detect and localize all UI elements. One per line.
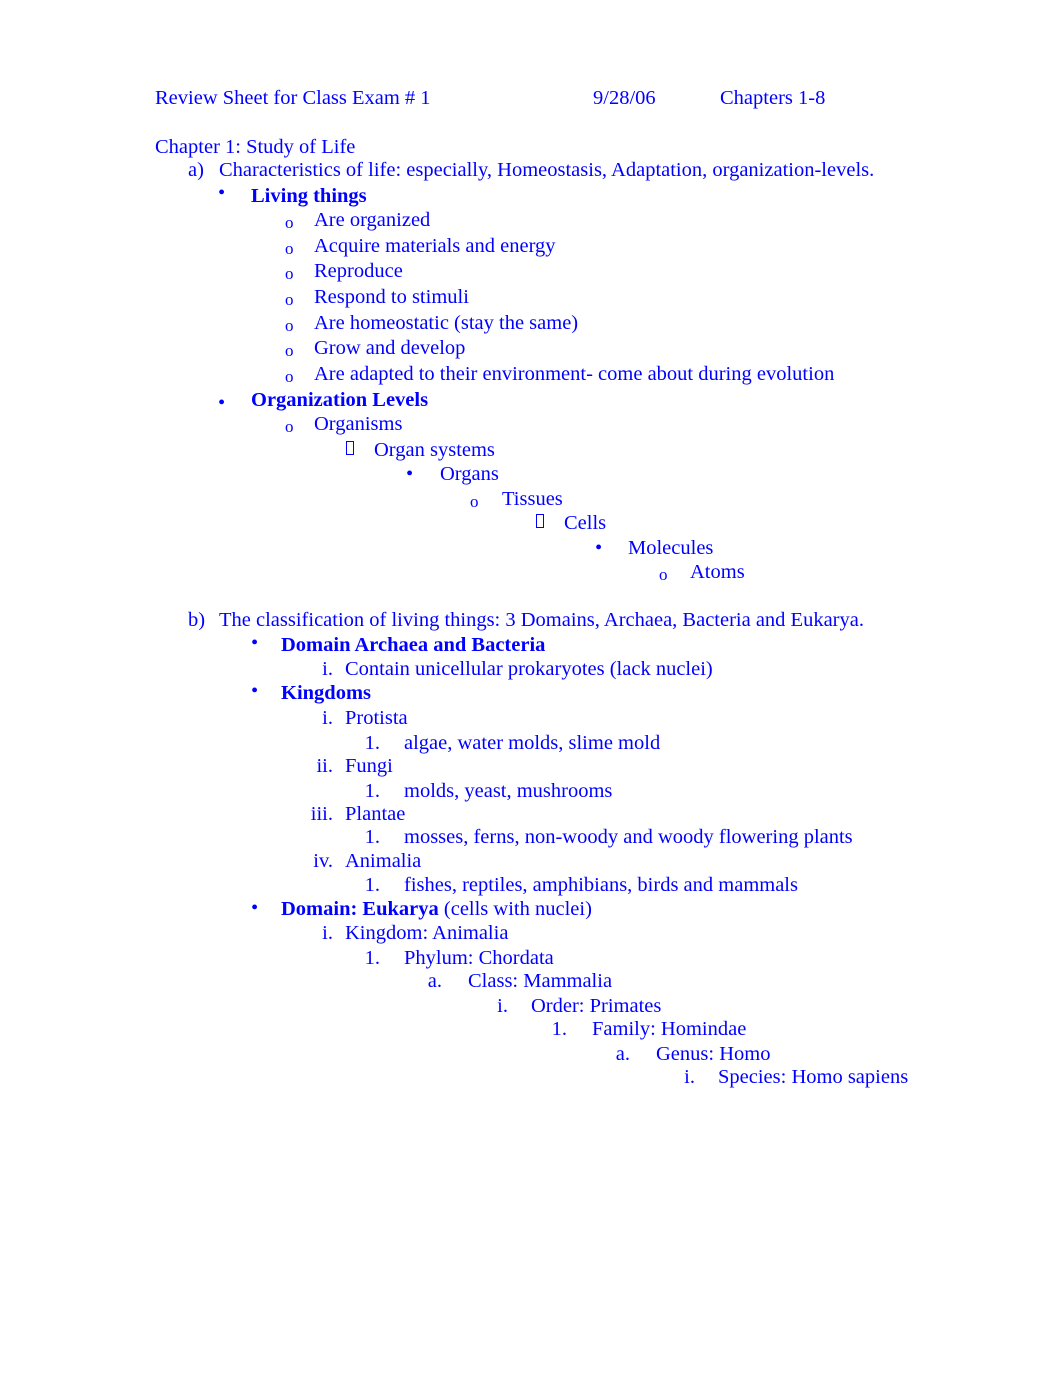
list-marker-roman: iii. bbox=[310, 803, 333, 825]
taxonomy-rank-kingdom: Kingdom: Animalia bbox=[345, 922, 509, 944]
living-things-heading: Living things bbox=[251, 185, 367, 207]
list-marker-roman: i. bbox=[322, 922, 333, 944]
kingdom-examples: mosses, ferns, non-woody and woody flowe… bbox=[404, 826, 853, 848]
living-things-item: Are organized bbox=[314, 209, 431, 231]
list-marker-number: 1. bbox=[364, 874, 380, 896]
section-marker-a: a) bbox=[188, 159, 204, 181]
eukarya-heading-note: (cells with nuclei) bbox=[438, 898, 592, 920]
organization-level-organs: Organs bbox=[440, 463, 499, 485]
document-date: 9/28/06 bbox=[593, 87, 656, 109]
document-chapters-range: Chapters 1-8 bbox=[720, 87, 826, 109]
organization-level-cells: Cells bbox=[564, 512, 607, 534]
round-dot-bullet-icon: • bbox=[251, 680, 259, 702]
list-marker-number: 1. bbox=[364, 732, 380, 754]
list-marker-roman: iv. bbox=[313, 850, 333, 872]
list-marker-number: 1. bbox=[364, 947, 380, 969]
eukarya-heading-row: Domain: Eukarya (cells with nuclei) bbox=[281, 897, 592, 923]
circle-o-bullet-icon: o bbox=[470, 492, 479, 511]
circle-o-bullet-icon: o bbox=[659, 565, 668, 584]
taxonomy-rank-phylum: Phylum: Chordata bbox=[404, 947, 554, 969]
circle-o-bullet-icon: o bbox=[285, 213, 294, 232]
taxonomy-rank-order: Order: Primates bbox=[531, 995, 662, 1017]
list-marker-roman: i. bbox=[322, 658, 333, 680]
round-dot-bullet-icon: • bbox=[218, 182, 226, 204]
living-things-item: Respond to stimuli bbox=[314, 286, 469, 308]
circle-o-bullet-icon: o bbox=[285, 239, 294, 258]
taxonomy-rank-genus: Genus: Homo bbox=[656, 1043, 771, 1065]
taxonomy-rank-family: Family: Homindae bbox=[592, 1018, 747, 1040]
domain-archaea-item: Contain unicellular prokaryotes (lack nu… bbox=[345, 658, 713, 680]
square-box-bullet-icon bbox=[536, 514, 544, 528]
kingdom-name: Protista bbox=[345, 707, 408, 729]
list-marker-number: 1. bbox=[551, 1018, 567, 1040]
list-marker-number: 1. bbox=[364, 826, 380, 848]
round-dot-bullet-icon: • bbox=[251, 897, 259, 919]
kingdom-examples: fishes, reptiles, amphibians, birds and … bbox=[404, 874, 798, 896]
round-dot-bullet-icon: • bbox=[251, 632, 259, 654]
section-marker-b: b) bbox=[188, 609, 206, 631]
kingdom-name: Fungi bbox=[345, 755, 393, 777]
kingdom-name: Animalia bbox=[345, 850, 422, 872]
circle-o-bullet-icon: o bbox=[285, 264, 294, 283]
living-things-item: Grow and develop bbox=[314, 337, 466, 359]
taxonomy-rank-class: Class: Mammalia bbox=[468, 970, 613, 992]
document-page: Review Sheet for Class Exam # 1 9/28/06 … bbox=[0, 0, 1062, 1377]
round-dot-bullet-icon: • bbox=[595, 537, 603, 559]
circle-o-bullet-icon: o bbox=[285, 341, 294, 360]
taxonomy-rank-species: Species: Homo sapiens bbox=[718, 1066, 909, 1088]
living-things-item: Are adapted to their environment- come a… bbox=[314, 363, 835, 385]
organization-level-atoms: Atoms bbox=[690, 561, 745, 583]
organization-level-organisms: Organisms bbox=[314, 413, 403, 435]
circle-o-bullet-icon: o bbox=[285, 417, 294, 436]
list-marker-letter: a. bbox=[427, 970, 442, 992]
list-marker-roman: i. bbox=[684, 1066, 695, 1088]
list-marker-letter: a. bbox=[615, 1043, 630, 1065]
kingdom-examples: molds, yeast, mushrooms bbox=[404, 780, 613, 802]
circle-o-bullet-icon: o bbox=[285, 367, 294, 386]
list-marker-roman: i. bbox=[322, 707, 333, 729]
living-things-item: Acquire materials and energy bbox=[314, 235, 556, 257]
section-title-b: The classification of living things: 3 D… bbox=[219, 609, 864, 631]
organization-level-organ-systems: Organ systems bbox=[374, 439, 495, 461]
chapter-heading: Chapter 1: Study of Life bbox=[155, 136, 356, 158]
document-title: Review Sheet for Class Exam # 1 bbox=[155, 87, 431, 109]
list-marker-roman: i. bbox=[497, 995, 508, 1017]
circle-o-bullet-icon: o bbox=[285, 290, 294, 309]
eukarya-heading: Domain: Eukarya bbox=[281, 898, 439, 920]
organization-levels-heading: Organization Levels bbox=[251, 389, 429, 411]
kingdom-name: Plantae bbox=[345, 803, 406, 825]
round-dot-bullet-icon: • bbox=[406, 463, 414, 485]
domain-archaea-heading: Domain Archaea and Bacteria bbox=[281, 634, 546, 656]
organization-level-molecules: Molecules bbox=[628, 537, 714, 559]
kingdom-examples: algae, water molds, slime mold bbox=[404, 732, 661, 754]
section-title-a: Characteristics of life: especially, Hom… bbox=[219, 159, 875, 181]
square-box-bullet-icon bbox=[346, 441, 354, 455]
living-things-item: Reproduce bbox=[314, 260, 403, 282]
kingdoms-heading: Kingdoms bbox=[281, 682, 371, 704]
round-dot-bullet-icon: • bbox=[218, 392, 226, 414]
list-marker-number: 1. bbox=[364, 780, 380, 802]
circle-o-bullet-icon: o bbox=[285, 316, 294, 335]
living-things-item: Are homeostatic (stay the same) bbox=[314, 312, 579, 334]
list-marker-roman: ii. bbox=[316, 755, 333, 777]
organization-level-tissues: Tissues bbox=[502, 488, 563, 510]
